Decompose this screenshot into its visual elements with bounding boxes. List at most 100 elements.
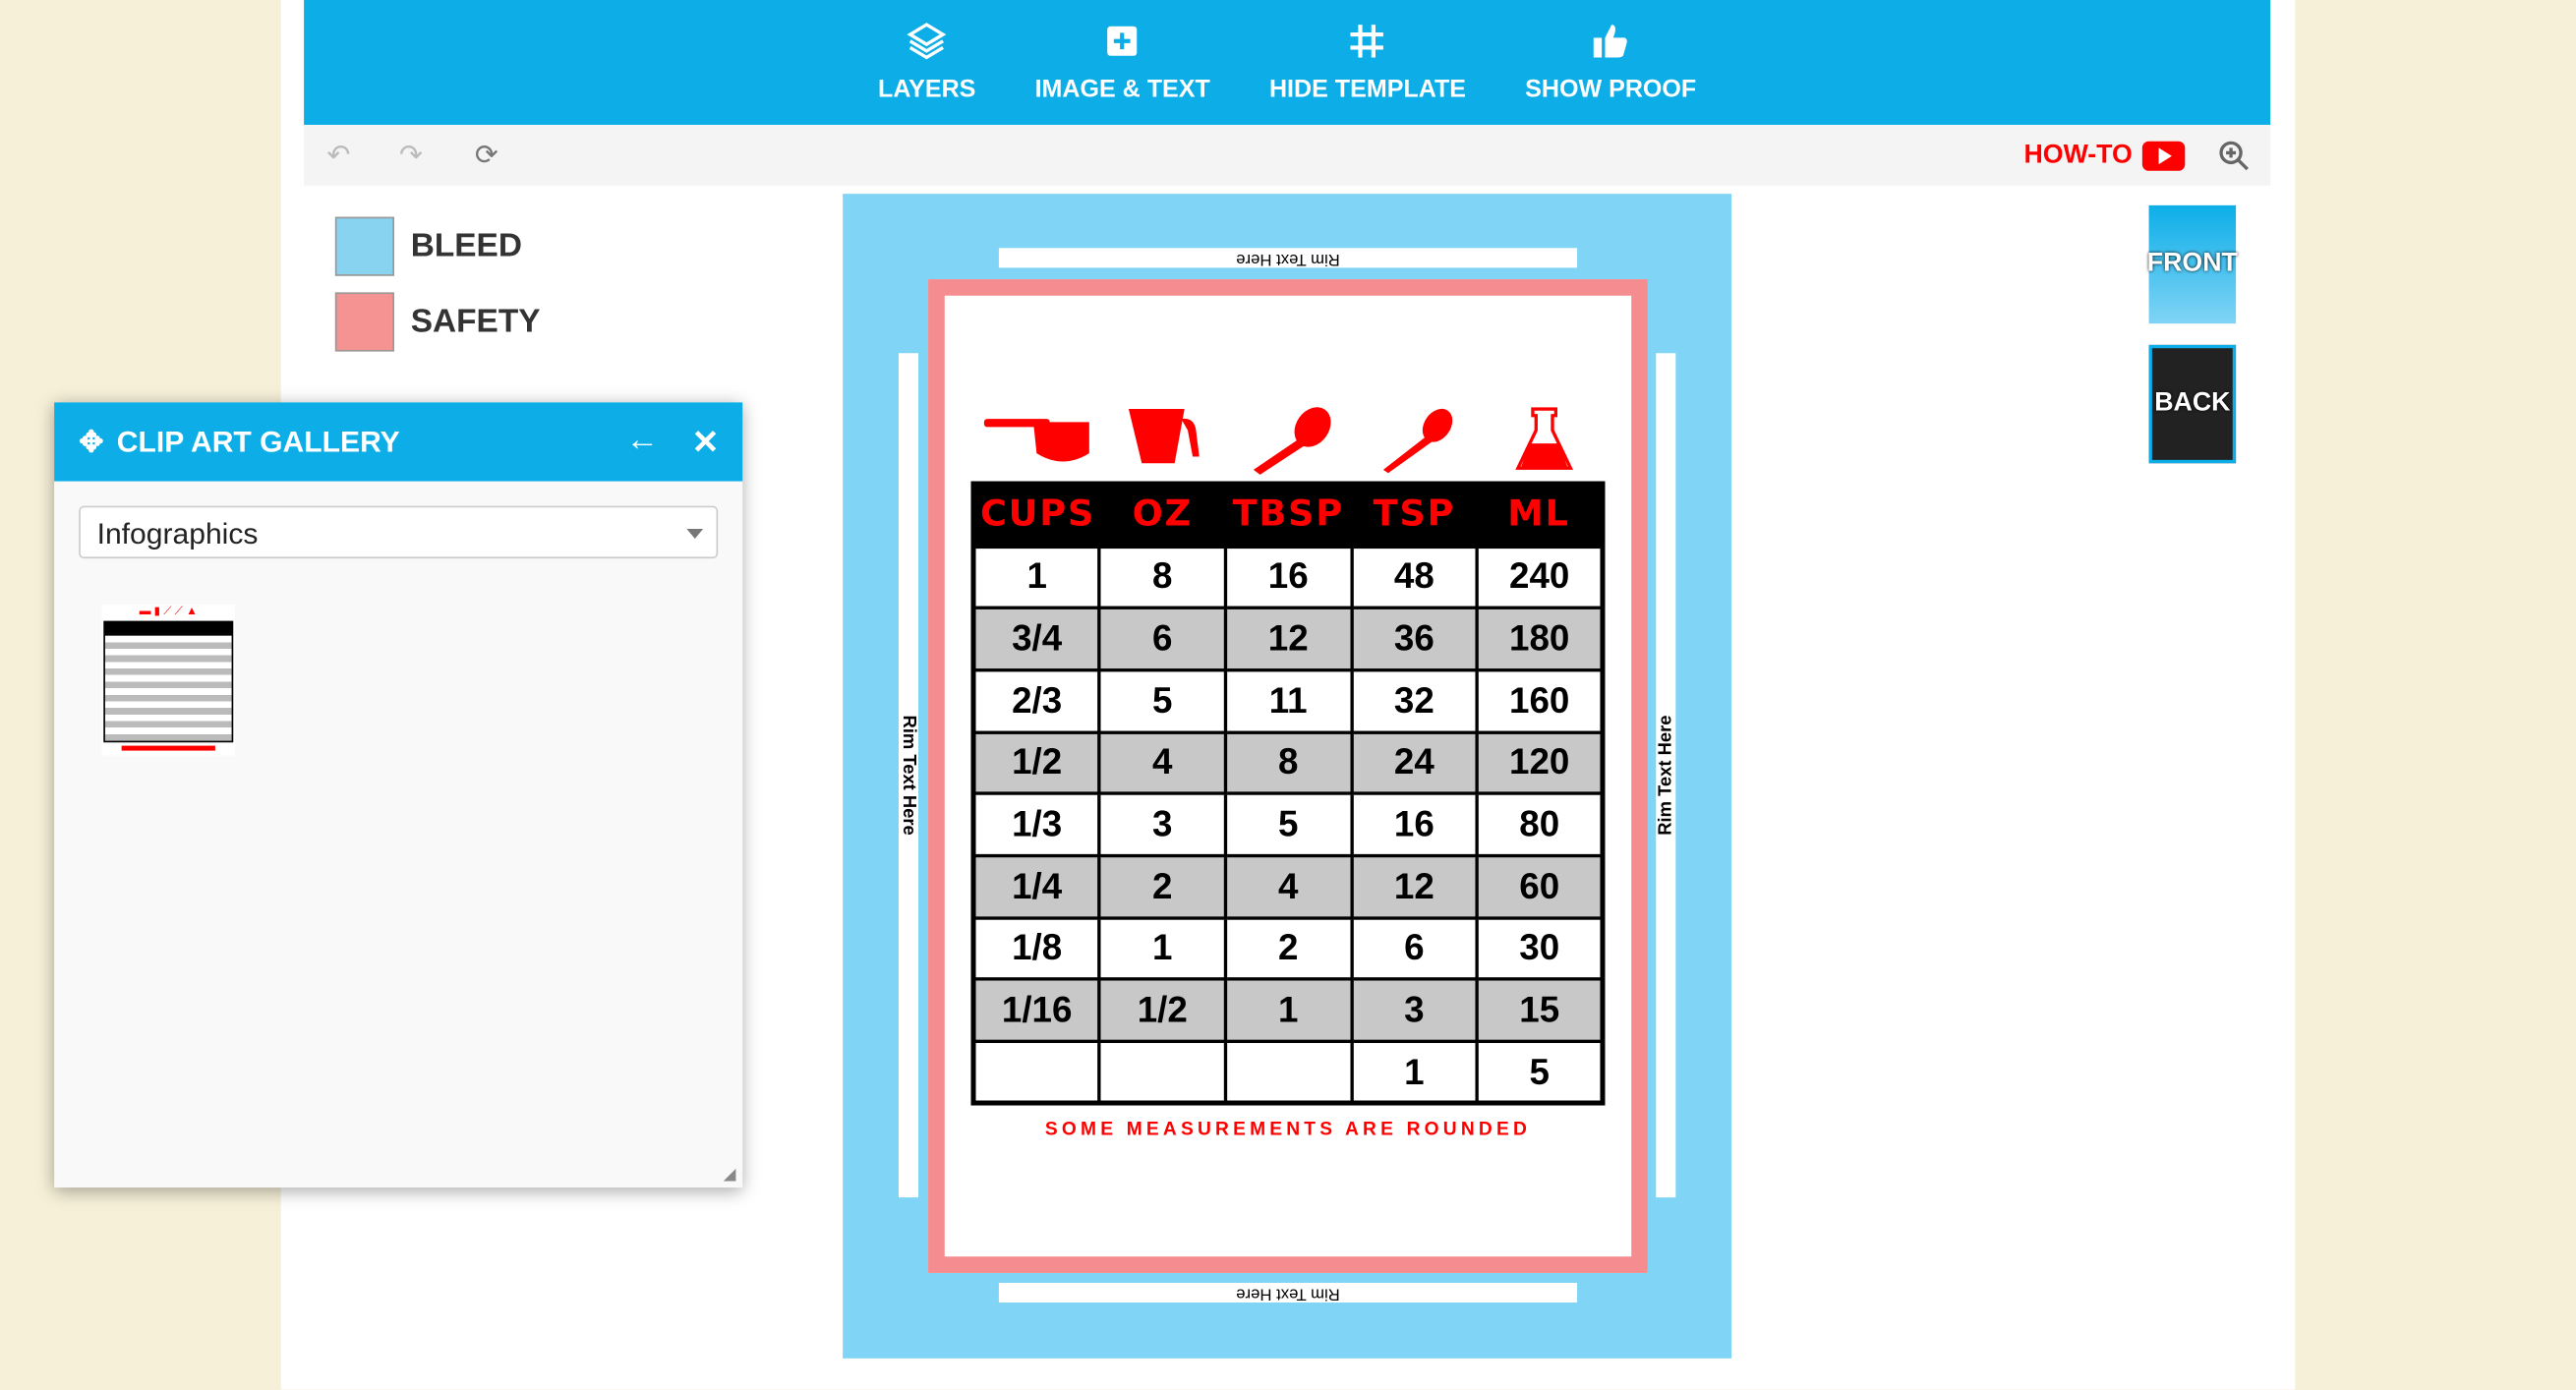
table-cell: 1/8 bbox=[971, 915, 1102, 982]
table-cell: 1/16 bbox=[971, 977, 1102, 1044]
safety-swatch bbox=[334, 292, 395, 352]
table-cell: 1 bbox=[971, 544, 1102, 610]
table-row: 15 bbox=[971, 1039, 1605, 1105]
measuring-jug-icon bbox=[1128, 409, 1200, 464]
table-cell: 3 bbox=[1349, 977, 1479, 1044]
table-row: 1/8 1 2 6 30 bbox=[971, 915, 1605, 982]
table-cell: 8 bbox=[1097, 544, 1227, 610]
table-row: 1/16 1/2 1 3 15 bbox=[971, 977, 1605, 1044]
undo-icon[interactable]: ↶ bbox=[327, 140, 351, 172]
table-cell: 1 bbox=[1349, 1039, 1479, 1105]
refresh-icon[interactable]: ⟳ bbox=[475, 140, 498, 172]
clip-art-gallery-panel: ✥ CLIP ART GALLERY ← ✕ Infographics ▬ ▮ ⟋… bbox=[54, 402, 743, 1188]
table-cell: 32 bbox=[1349, 667, 1479, 734]
table-cell: 30 bbox=[1475, 915, 1605, 982]
rim-text-left[interactable]: Rim Text Here bbox=[898, 353, 919, 1198]
table-cell bbox=[1223, 1039, 1354, 1105]
column-header: OZ bbox=[1132, 494, 1193, 537]
table-cell: 16 bbox=[1223, 544, 1354, 610]
front-side-button[interactable]: FRONT bbox=[2147, 204, 2238, 324]
image-text-button[interactable]: IMAGE & TEXT bbox=[1035, 20, 1210, 125]
column-header: ML bbox=[1507, 494, 1570, 537]
rim-text-right[interactable]: Rim Text Here bbox=[1656, 353, 1676, 1198]
move-icon[interactable]: ✥ bbox=[79, 425, 103, 459]
teaspoon-icon bbox=[1382, 408, 1453, 474]
table-cell: 1 bbox=[1097, 915, 1227, 982]
table-cell bbox=[1097, 1039, 1227, 1105]
table-cell: 2 bbox=[1223, 915, 1354, 982]
rounded-note: SOME MEASUREMENTS ARE ROUNDED bbox=[1044, 1120, 1532, 1140]
sub-toolbar: ↶ ↷ ⟳ HOW-TO bbox=[304, 124, 2271, 186]
column-header: TSP bbox=[1373, 494, 1456, 537]
plus-square-icon bbox=[1107, 26, 1138, 56]
measuring-cup-icon bbox=[983, 419, 1089, 462]
clip-art-thumbnail[interactable]: ▬ ▮ ⟋ ⟋ ▲ bbox=[101, 604, 235, 756]
table-row: 1 8 16 48 240 bbox=[971, 544, 1605, 610]
table-cell: 15 bbox=[1475, 977, 1605, 1044]
table-cell: 160 bbox=[1475, 667, 1605, 734]
resize-handle-icon[interactable]: ◢ bbox=[724, 1166, 736, 1184]
table-cell: 4 bbox=[1223, 853, 1354, 920]
column-header: CUPS bbox=[980, 494, 1095, 537]
table-cell: 1 bbox=[1223, 977, 1354, 1044]
grid-icon bbox=[1351, 25, 1384, 58]
zoom-in-icon[interactable] bbox=[2218, 140, 2251, 172]
table-cell: 1/3 bbox=[971, 791, 1102, 858]
table-cell: 180 bbox=[1475, 606, 1605, 672]
table-cell: 16 bbox=[1349, 791, 1479, 858]
table-cell: 12 bbox=[1223, 606, 1354, 672]
table-cell: 8 bbox=[1223, 729, 1354, 796]
back-side-button[interactable]: BACK bbox=[2148, 344, 2237, 464]
back-arrow-icon[interactable]: ← bbox=[626, 422, 659, 459]
bleed-swatch bbox=[334, 216, 395, 276]
table-cell: 11 bbox=[1223, 667, 1354, 734]
legend-bleed: BLEED bbox=[334, 216, 522, 276]
table-cell: 5 bbox=[1097, 667, 1227, 734]
layers-button[interactable]: LAYERS bbox=[878, 20, 975, 125]
table-cell: 1/4 bbox=[971, 853, 1102, 920]
tablespoon-icon bbox=[1253, 407, 1331, 475]
panel-header[interactable]: ✥ CLIP ART GALLERY ← ✕ bbox=[54, 402, 743, 482]
category-select[interactable]: Infographics bbox=[79, 505, 719, 559]
table-cell: 1/2 bbox=[971, 729, 1102, 796]
table-cell: 2/3 bbox=[971, 667, 1102, 734]
youtube-icon bbox=[2141, 141, 2186, 171]
table-cell: 3/4 bbox=[971, 606, 1102, 672]
close-icon[interactable]: ✕ bbox=[691, 422, 719, 463]
table-row: 3/4 6 12 36 180 bbox=[971, 606, 1605, 672]
measure-icons bbox=[983, 407, 1574, 475]
how-to-link[interactable]: HOW-TO bbox=[2023, 141, 2186, 171]
table-cell: 6 bbox=[1349, 915, 1479, 982]
show-proof-button[interactable]: SHOW PROOF bbox=[1525, 20, 1696, 125]
table-cell: 36 bbox=[1349, 606, 1479, 672]
table-cell: 120 bbox=[1475, 729, 1605, 796]
rim-text-bottom[interactable]: Rim Text Here bbox=[998, 1282, 1578, 1303]
hide-template-button[interactable]: HIDE TEMPLATE bbox=[1269, 20, 1466, 125]
top-toolbar: LAYERS IMAGE & TEXT HIDE TEMPLATE SHOW P… bbox=[304, 0, 2271, 125]
table-cell: 3 bbox=[1097, 791, 1227, 858]
table-cell: 24 bbox=[1349, 729, 1479, 796]
layers-icon bbox=[907, 23, 947, 60]
flask-icon bbox=[1515, 407, 1574, 470]
table-cell: 5 bbox=[1223, 791, 1354, 858]
table-cell: 60 bbox=[1475, 853, 1605, 920]
thumbs-up-icon bbox=[1594, 25, 1628, 58]
table-cell: 240 bbox=[1475, 544, 1605, 610]
table-row: 1/3 3 5 16 80 bbox=[971, 791, 1605, 858]
table-row: 1/4 2 4 12 60 bbox=[971, 853, 1605, 920]
table-cell: 6 bbox=[1097, 606, 1227, 672]
rim-text-top[interactable]: Rim Text Here bbox=[998, 248, 1578, 268]
table-row: 2/3 5 11 32 160 bbox=[971, 667, 1605, 734]
table-cell: 12 bbox=[1349, 853, 1479, 920]
redo-icon[interactable]: ↷ bbox=[399, 140, 423, 172]
table-cell: 1/2 bbox=[1097, 977, 1227, 1044]
table-cell: 48 bbox=[1349, 544, 1479, 610]
table-cell: 4 bbox=[1097, 729, 1227, 796]
table-cell: 80 bbox=[1475, 791, 1605, 858]
table-row: 1/2 4 8 24 120 bbox=[971, 729, 1605, 796]
table-cell bbox=[971, 1039, 1102, 1105]
table-cell: 2 bbox=[1097, 853, 1227, 920]
table-cell: 5 bbox=[1475, 1039, 1605, 1105]
legend-safety: SAFETY bbox=[334, 292, 541, 352]
conversion-table: CUPS OZ TBSP TSP ML 1 8 16 48 240 3/4 6 12 36 180 2/3 5 1… bbox=[970, 481, 1606, 1106]
